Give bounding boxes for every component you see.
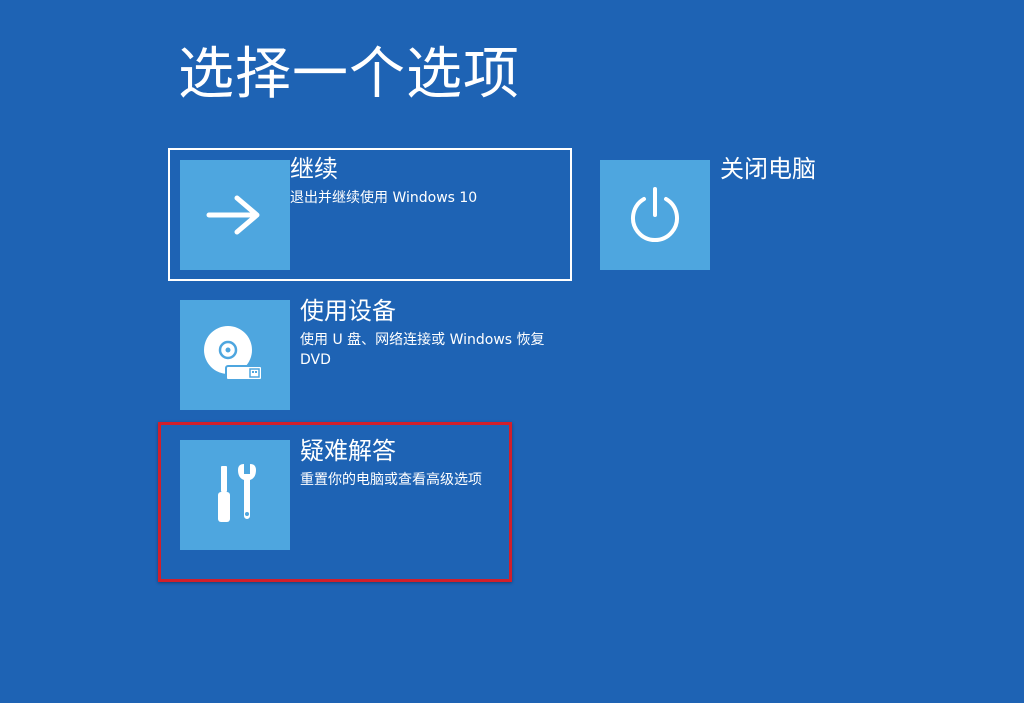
continue-label: 继续 bbox=[290, 155, 338, 183]
shutdown-label: 关闭电脑 bbox=[720, 155, 816, 183]
use-device-tile bbox=[180, 300, 290, 410]
power-icon bbox=[631, 187, 679, 243]
shutdown-option[interactable]: 关闭电脑 bbox=[600, 155, 860, 270]
troubleshoot-tile bbox=[180, 440, 290, 550]
disc-usb-icon bbox=[204, 326, 263, 381]
troubleshoot-description: 重置你的电脑或查看高级选项 bbox=[300, 472, 482, 488]
use-device-label: 使用设备 bbox=[300, 297, 396, 325]
continue-tile bbox=[180, 160, 290, 270]
continue-description: 退出并继续使用 Windows 10 bbox=[290, 190, 478, 206]
use-device-option[interactable]: 使用设备 使用 U 盘、网络连接或 Windows 恢复 DVD bbox=[180, 297, 570, 410]
continue-option[interactable]: 继续 退出并继续使用 Windows 10 bbox=[168, 148, 572, 281]
shutdown-tile bbox=[600, 160, 710, 270]
use-device-description: 使用 U 盘、网络连接或 Windows 恢复 DVD bbox=[300, 332, 545, 368]
arrow-right-icon bbox=[206, 195, 260, 235]
troubleshoot-label: 疑难解答 bbox=[300, 437, 396, 465]
page-title: 选择一个选项 bbox=[178, 42, 520, 107]
tools-icon bbox=[218, 464, 256, 522]
troubleshoot-option[interactable]: 疑难解答 重置你的电脑或查看高级选项 bbox=[180, 437, 500, 550]
